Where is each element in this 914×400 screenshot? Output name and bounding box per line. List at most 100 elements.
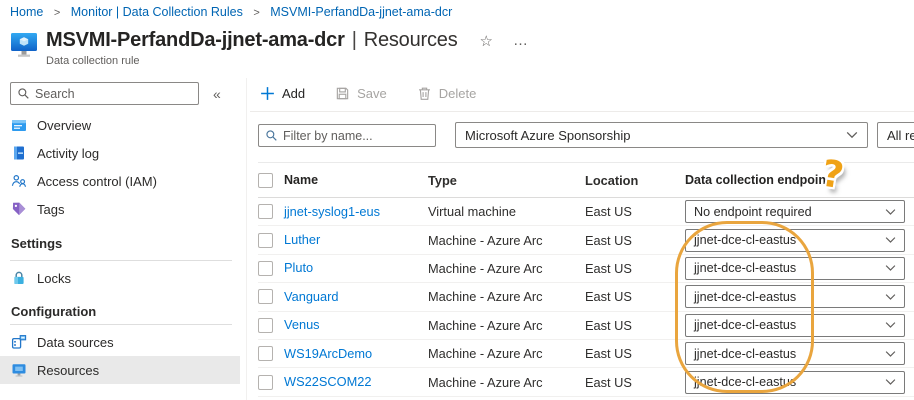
subscription-dropdown[interactable]: Microsoft Azure Sponsorship <box>455 122 868 148</box>
row-checkbox[interactable] <box>258 233 273 248</box>
endpoint-dropdown[interactable]: jjnet-dce-cl-eastus <box>685 285 905 308</box>
endpoint-dropdown-value: jjnet-dce-cl-eastus <box>694 290 796 304</box>
sidebar-collapse-icon[interactable]: « <box>213 86 221 102</box>
breadcrumb-home[interactable]: Home <box>10 5 43 19</box>
resource-type: Machine - Azure Arc <box>428 233 585 248</box>
row-checkbox[interactable] <box>258 289 273 304</box>
delete-icon <box>417 86 432 101</box>
filter-by-name-box[interactable] <box>258 124 436 147</box>
breadcrumb-current-dcr[interactable]: MSVMI-PerfandDa-jjnet-ama-dcr <box>270 5 452 19</box>
resource-name-link[interactable]: Venus <box>284 317 320 332</box>
resource-name-link[interactable]: WS19ArcDemo <box>284 346 372 361</box>
sidebar-item-activity-log[interactable]: Activity log <box>0 139 240 167</box>
add-button[interactable]: Add <box>260 86 305 101</box>
search-icon <box>17 87 30 100</box>
resource-type: Machine - Azure Arc <box>428 318 585 333</box>
endpoint-dropdown-value: jjnet-dce-cl-eastus <box>694 233 796 247</box>
resource-group-filter-dropdown[interactable]: All res <box>877 122 914 148</box>
sidebar-item-tags[interactable]: Tags <box>0 195 240 223</box>
resource-type: Virtual machine <box>428 204 585 219</box>
sidebar-item-label: Resources <box>37 363 99 378</box>
endpoint-dropdown-value: jjnet-dce-cl-eastus <box>694 375 796 389</box>
resource-type: Machine - Azure Arc <box>428 289 585 304</box>
delete-button[interactable]: Delete <box>417 86 477 101</box>
resource-type: Machine - Azure Arc <box>428 375 585 390</box>
row-checkbox[interactable] <box>258 375 273 390</box>
resource-type: Machine - Azure Arc <box>428 346 585 361</box>
chevron-down-icon <box>885 321 896 329</box>
sidebar-item-overview[interactable]: Overview <box>0 111 240 139</box>
resource-name-link[interactable]: WS22SCOM22 <box>284 374 371 389</box>
access-control-icon <box>11 173 27 189</box>
resource-name-link[interactable]: Vanguard <box>284 289 339 304</box>
resource-location: East US <box>585 233 685 248</box>
column-header-type: Type <box>428 173 585 188</box>
table-row: WS22SCOM22 Machine - Azure Arc East US j… <box>258 368 914 396</box>
divider <box>10 324 232 325</box>
filter-by-name-input[interactable] <box>283 129 429 143</box>
table-row: Vanguard Machine - Azure Arc East US jjn… <box>258 283 914 311</box>
favorite-star-icon[interactable]: ☆ <box>480 32 493 50</box>
endpoint-dropdown[interactable]: jjnet-dce-cl-eastus <box>685 342 905 365</box>
command-bar: Add Save Delete <box>260 80 476 106</box>
azure-portal-screen: Home > Monitor | Data Collection Rules >… <box>0 0 914 400</box>
table-row: Venus Machine - Azure Arc East US jjnet-… <box>258 312 914 340</box>
chevron-down-icon <box>885 236 896 244</box>
resource-type: Machine - Azure Arc <box>428 261 585 276</box>
resource-location: East US <box>585 289 685 304</box>
page-subtitle: Data collection rule <box>46 55 529 67</box>
table-row: jjnet-syslog1-eus Virtual machine East U… <box>258 198 914 226</box>
sidebar-item-data-sources[interactable]: Data sources <box>0 328 240 356</box>
table-body: jjnet-syslog1-eus Virtual machine East U… <box>258 198 914 397</box>
page-title: MSVMI-PerfandDa-jjnet-ama-dcr|Resources <box>46 29 458 52</box>
save-button[interactable]: Save <box>335 86 387 101</box>
more-options-icon[interactable]: … <box>513 32 529 49</box>
chevron-down-icon <box>885 293 896 301</box>
endpoint-dropdown[interactable]: jjnet-dce-cl-eastus <box>685 257 905 280</box>
divider <box>10 260 232 261</box>
overview-icon <box>11 117 27 133</box>
row-checkbox[interactable] <box>258 204 273 219</box>
breadcrumb-monitor-dcr[interactable]: Monitor | Data Collection Rules <box>71 5 243 19</box>
row-checkbox[interactable] <box>258 318 273 333</box>
resource-name-link[interactable]: jjnet-syslog1-eus <box>284 204 380 219</box>
resource-name-link[interactable]: Pluto <box>284 260 313 275</box>
sidebar-search-box[interactable] <box>10 82 199 105</box>
breadcrumb-separator: > <box>54 7 60 19</box>
endpoint-dropdown-value: jjnet-dce-cl-eastus <box>694 318 796 332</box>
sidebar-item-locks[interactable]: Locks <box>0 264 240 292</box>
sidebar-item-access-control[interactable]: Access control (IAM) <box>0 167 240 195</box>
tags-icon <box>11 201 27 217</box>
select-all-checkbox[interactable] <box>258 173 273 188</box>
resource-group-filter-value: All res <box>887 128 914 143</box>
sidebar-section-configuration: Configuration <box>11 304 96 319</box>
sidebar-item-label: Access control (IAM) <box>37 174 157 189</box>
save-icon <box>335 86 350 101</box>
chevron-down-icon <box>885 350 896 358</box>
breadcrumb-separator: > <box>253 7 259 19</box>
subscription-dropdown-value: Microsoft Azure Sponsorship <box>465 128 630 143</box>
row-checkbox[interactable] <box>258 261 273 276</box>
row-checkbox[interactable] <box>258 346 273 361</box>
sidebar-search-input[interactable] <box>35 87 192 101</box>
sidebar-section-settings: Settings <box>11 236 62 251</box>
table-row: Pluto Machine - Azure Arc East US jjnet-… <box>258 255 914 283</box>
column-header-endpoint: Data collection endpoint <box>685 173 905 187</box>
data-sources-icon <box>11 334 27 350</box>
table-row: Luther Machine - Azure Arc East US jjnet… <box>258 226 914 254</box>
resources-pane: Add Save Delete Microsoft Az <box>248 78 914 400</box>
lock-icon <box>11 270 27 286</box>
data-collection-rule-icon <box>10 31 38 59</box>
resource-name-link[interactable]: Luther <box>284 232 320 247</box>
endpoint-dropdown[interactable]: jjnet-dce-cl-eastus <box>685 371 905 394</box>
search-icon <box>265 129 278 142</box>
sidebar-item-label: Activity log <box>37 146 99 161</box>
resource-location: East US <box>585 375 685 390</box>
resource-location: East US <box>585 346 685 361</box>
endpoint-dropdown[interactable]: jjnet-dce-cl-eastus <box>685 314 905 337</box>
sidebar: « Overview Activity log Access control (… <box>0 78 247 400</box>
chevron-down-icon <box>885 378 896 386</box>
endpoint-dropdown[interactable]: jjnet-dce-cl-eastus <box>685 229 905 252</box>
endpoint-dropdown[interactable]: No endpoint required <box>685 200 905 223</box>
sidebar-item-resources[interactable]: Resources <box>0 356 240 384</box>
